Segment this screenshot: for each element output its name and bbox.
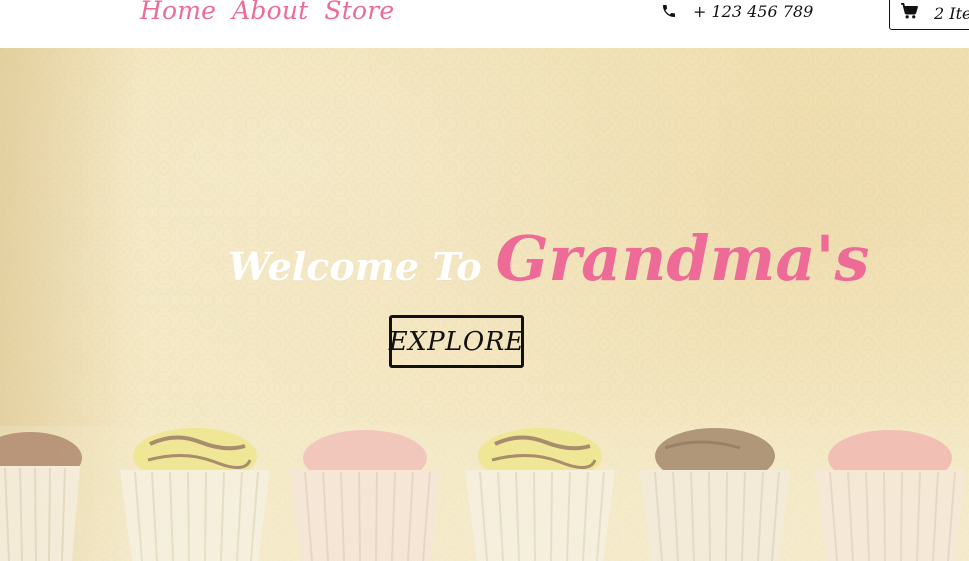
phone-number: + 123 456 789 <box>693 1 814 21</box>
main-nav: Home About Store <box>140 0 394 28</box>
phone-icon <box>661 3 677 19</box>
cart-button[interactable]: 2 Iten <box>889 0 969 30</box>
nav-home-link[interactable]: Home <box>140 0 216 28</box>
cart-icon <box>900 2 918 23</box>
explore-button[interactable]: EXPLORE <box>389 315 524 368</box>
brand-name: Grandma's <box>495 222 870 295</box>
welcome-text: Welcome To <box>228 244 482 289</box>
nav-store-link[interactable]: Store <box>324 0 394 28</box>
nav-about-link[interactable]: About <box>232 0 308 28</box>
hero-banner: Welcome To Grandma's EXPLORE <box>0 48 969 561</box>
top-navigation-bar: Home About Store + 123 456 789 2 Iten <box>0 0 969 48</box>
hero-heading: Welcome To Grandma's <box>228 222 869 295</box>
phone-contact[interactable]: + 123 456 789 <box>661 0 813 22</box>
cart-count-label: 2 Iten <box>934 3 969 23</box>
cupcakes-image <box>0 426 969 561</box>
